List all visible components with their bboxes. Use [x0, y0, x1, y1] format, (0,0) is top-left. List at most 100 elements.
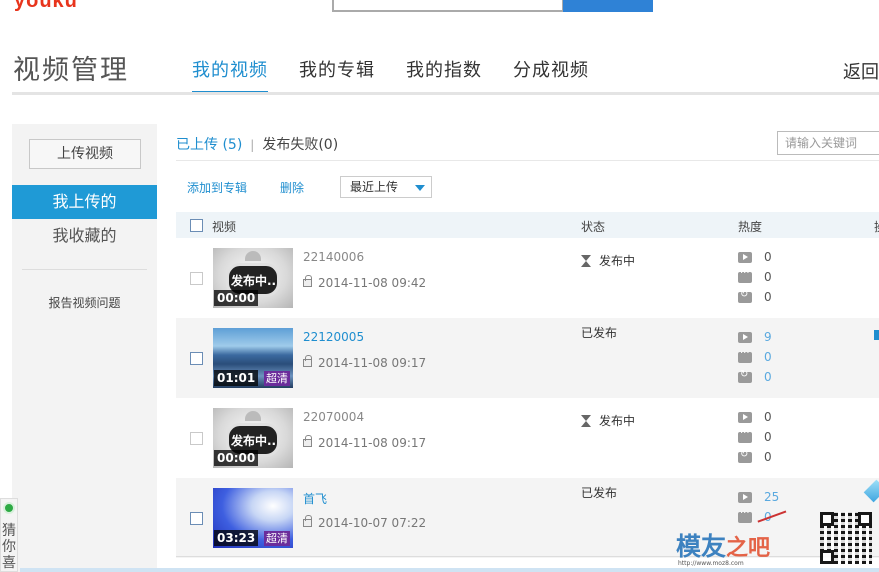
status-filter: 已上传 (5) | 发布失败(0): [176, 134, 338, 154]
watermark-logo: 模友之吧: [676, 527, 770, 563]
thumbnail-status-text: 发布中..: [231, 434, 277, 448]
status-dot-icon: [3, 502, 15, 514]
sidebar-divider: [22, 269, 147, 270]
guess-you-like-label: 猜你喜: [2, 523, 16, 571]
table-row: 发布中.. 00:00 22140006 2014-11-08 09:42 发布…: [176, 238, 879, 318]
play-icon: [738, 252, 752, 263]
guess-you-like-widget[interactable]: 猜你喜: [0, 498, 18, 572]
play-icon: [738, 412, 752, 423]
title-divider: [12, 92, 879, 95]
play-count-value: 0: [764, 410, 772, 424]
duration-badge: 03:23: [214, 530, 259, 546]
column-heat[interactable]: 热度: [738, 218, 762, 235]
row-checkbox[interactable]: [190, 432, 203, 445]
add-to-album-button[interactable]: 添加到专辑: [187, 179, 247, 196]
video-title: 22140006: [303, 250, 365, 264]
video-status: 已发布: [581, 324, 617, 341]
comment-count: 0: [738, 268, 772, 284]
table-bottom-divider: [176, 556, 879, 557]
play-count: 0: [738, 250, 772, 264]
comment-count-value[interactable]: 0: [764, 350, 772, 364]
sort-select[interactable]: 最近上传: [340, 176, 432, 198]
watermark-url: http://www.moz8.com: [678, 560, 744, 567]
video-date-text: 2014-10-07 07:22: [318, 516, 427, 530]
report-problem-link[interactable]: 报告视频问题: [12, 294, 157, 311]
share-count: 0: [738, 289, 772, 304]
status-uploaded-tab[interactable]: 已上传 (5): [176, 137, 242, 153]
duration-badge: 00:00: [214, 290, 259, 306]
row-checkbox[interactable]: [190, 512, 203, 525]
video-date: 2014-11-08 09:17: [303, 435, 427, 450]
youku-logo[interactable]: youku: [14, 0, 78, 13]
video-thumbnail[interactable]: 发布中.. 00:00: [213, 248, 293, 308]
tv-antenna: [245, 411, 261, 421]
qr-code-icon: [820, 512, 872, 564]
content-divider: [176, 160, 879, 161]
keyword-search-input[interactable]: 请输入关键词: [777, 131, 879, 155]
delete-button[interactable]: 删除: [280, 179, 304, 196]
duration-badge: 01:01: [214, 370, 259, 386]
lock-icon: [303, 355, 312, 367]
row-checkbox[interactable]: [190, 352, 203, 365]
video-title-link[interactable]: 首飞: [303, 490, 327, 507]
tab-my-albums[interactable]: 我的专辑: [299, 56, 375, 94]
comment-icon: [738, 268, 752, 283]
play-count-value: 0: [764, 250, 772, 264]
sidebar-item-my-uploads[interactable]: 我上传的: [12, 185, 157, 219]
qr-eye: [858, 512, 872, 526]
tab-revenue-videos[interactable]: 分成视频: [513, 56, 589, 94]
comment-count: 0: [738, 428, 772, 444]
row-action-icon[interactable]: [874, 330, 879, 340]
lock-icon: [303, 275, 312, 287]
upload-video-button[interactable]: 上传视频: [29, 139, 141, 169]
share-count-value[interactable]: 0: [764, 370, 772, 384]
video-thumbnail[interactable]: 03:23 超清: [213, 488, 293, 548]
video-title-link[interactable]: 22120005: [303, 330, 364, 344]
select-all-checkbox[interactable]: [190, 219, 203, 232]
share-icon: [738, 369, 752, 383]
play-count: 0: [738, 410, 772, 424]
video-title: 22070004: [303, 410, 365, 424]
comment-icon: [738, 428, 752, 443]
table-row: 01:01 超清 22120005 2014-11-08 09:17 已发布 9…: [176, 318, 879, 398]
share-count-value: 0: [764, 450, 772, 464]
video-date: 2014-11-08 09:42: [303, 275, 427, 290]
bottom-scroll-bar: [20, 568, 879, 572]
row-checkbox[interactable]: [190, 272, 203, 285]
video-date-text: 2014-11-08 09:42: [318, 276, 427, 290]
play-icon: [738, 492, 752, 503]
comment-icon: [738, 348, 752, 363]
tab-my-videos[interactable]: 我的视频: [192, 56, 268, 94]
tab-my-index[interactable]: 我的指数: [406, 56, 482, 94]
back-link[interactable]: 返回: [843, 58, 879, 84]
lock-icon: [303, 435, 312, 447]
video-status-text: 已发布: [581, 486, 618, 500]
column-video: 视频: [212, 220, 237, 234]
video-date-text: 2014-11-08 09:17: [318, 436, 427, 450]
sidebar: 上传视频 我上传的 我收藏的 报告视频问题: [12, 124, 157, 572]
lock-icon: [303, 515, 312, 527]
play-count: 25: [738, 490, 779, 504]
video-date-text: 2014-11-08 09:17: [318, 356, 427, 370]
duration-badge: 00:00: [214, 450, 259, 466]
comment-icon: [738, 508, 752, 523]
play-count-value[interactable]: 25: [764, 490, 779, 504]
tv-antenna: [245, 251, 261, 261]
video-thumbnail[interactable]: 01:01 超清: [213, 328, 293, 388]
share-icon: [738, 289, 752, 303]
thumbnail-status-text: 发布中..: [231, 274, 277, 288]
video-status: 发布中: [581, 412, 635, 429]
comment-count-value: 0: [764, 270, 772, 284]
play-count-value[interactable]: 9: [764, 330, 772, 344]
sidebar-item-my-favorites[interactable]: 我收藏的: [12, 219, 157, 253]
share-icon: [738, 449, 752, 463]
site-search-input[interactable]: [332, 0, 564, 12]
video-status-text: 已发布: [581, 326, 618, 340]
watermark-text-accent: 之吧: [726, 536, 771, 561]
video-thumbnail[interactable]: 发布中.. 00:00: [213, 408, 293, 468]
share-count: 0: [738, 449, 772, 464]
watermark-text-main: 模友: [676, 532, 727, 561]
chevron-down-icon: [415, 185, 425, 191]
site-search-button[interactable]: [563, 0, 653, 12]
status-failed-tab[interactable]: 发布失败(0): [262, 137, 338, 153]
